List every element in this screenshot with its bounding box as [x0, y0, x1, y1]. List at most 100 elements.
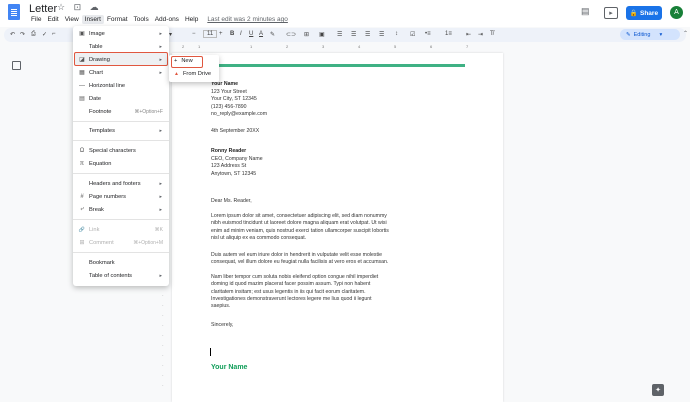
- font-size-input[interactable]: 11: [203, 30, 218, 38]
- menu-addons[interactable]: Add-ons: [152, 15, 182, 24]
- present-icon[interactable]: ▸: [604, 7, 618, 19]
- numbered-list-icon[interactable]: 1≡: [445, 31, 452, 37]
- menu-item-table[interactable]: Table ▸: [73, 41, 169, 52]
- submenu-arrow-icon: ▸: [159, 180, 162, 187]
- title-action-icons[interactable]: ☆ ⊡ ☁: [57, 2, 102, 13]
- menu-bar: File Edit View Insert Format Tools Add-o…: [28, 15, 291, 24]
- shortcut-text: ⌘+Option+M: [133, 239, 163, 246]
- sender-line: no_reply@example.com: [211, 110, 268, 117]
- menu-item-comment: ⊞ Comment ⌘+Option+M: [73, 237, 169, 248]
- align-right-icon[interactable]: ☰: [365, 31, 370, 38]
- menu-item-page-numbers[interactable]: # Page numbers ▸: [73, 191, 169, 202]
- menu-item-label: Footnote: [89, 108, 112, 115]
- print-icon[interactable]: ⎙: [31, 31, 36, 38]
- salutation: Dear Ms. Reader,: [211, 198, 252, 204]
- align-left-icon[interactable]: ☰: [337, 31, 342, 38]
- redo-icon[interactable]: ↷: [20, 31, 25, 38]
- highlight-icon[interactable]: ✎: [270, 31, 275, 38]
- collapse-toolbar-icon[interactable]: ⌃: [683, 30, 688, 37]
- menu-view[interactable]: View: [62, 15, 82, 24]
- ruler-mark: 6: [430, 44, 433, 49]
- menu-item-label: Drawing: [89, 56, 110, 63]
- font-size-decrease[interactable]: −: [192, 31, 196, 37]
- break-icon: ⤶: [80, 206, 84, 212]
- text-line: nibh euismod tincidunt ut laoreet dolore…: [211, 220, 387, 227]
- menu-item-equation[interactable]: π Equation: [73, 158, 169, 169]
- menu-item-label: Equation: [89, 160, 112, 167]
- clear-formatting-icon[interactable]: T̸: [490, 31, 494, 37]
- horizontal-line-icon: —: [79, 82, 85, 89]
- text-line: nisl ut aliquip ex ea commodo consequat.: [211, 234, 307, 241]
- font-dropdown-icon[interactable]: ▾: [169, 31, 172, 38]
- submenu-item-new[interactable]: + New: [174, 58, 193, 64]
- text-color-button[interactable]: A: [259, 31, 263, 37]
- explore-button[interactable]: ✦: [652, 384, 664, 396]
- editing-label: Editing: [633, 31, 651, 38]
- menu-item-image[interactable]: ▣ Image ▸: [73, 28, 169, 39]
- menu-item-label: Break: [89, 206, 104, 213]
- comment-icon[interactable]: ▤: [581, 6, 590, 17]
- menu-item-break[interactable]: ⤶ Break ▸: [73, 204, 169, 215]
- document-outline-icon[interactable]: [12, 61, 21, 70]
- menu-item-label: Date: [89, 95, 102, 102]
- paint-format-icon[interactable]: ⌐: [52, 31, 56, 37]
- docs-logo-icon[interactable]: [8, 4, 20, 20]
- bold-button[interactable]: B: [230, 31, 234, 37]
- sender-line: (123) 456-7890: [211, 103, 247, 110]
- menu-tools[interactable]: Tools: [131, 15, 152, 24]
- add-comment-icon[interactable]: ⊞: [304, 31, 309, 38]
- submenu-arrow-icon: ▸: [159, 127, 162, 134]
- spellcheck-icon[interactable]: ✓: [42, 31, 47, 38]
- menu-item-link[interactable]: 🔗 Link ⌘K: [73, 224, 169, 235]
- menu-item-drawing[interactable]: ◪ Drawing ▸: [73, 54, 169, 65]
- submenu-arrow-icon: ▸: [159, 69, 162, 76]
- avatar[interactable]: A: [670, 6, 683, 19]
- align-center-icon[interactable]: ☰: [351, 31, 356, 38]
- underline-button[interactable]: U: [249, 31, 253, 37]
- submenu-item-from-drive[interactable]: ▲ From Drive: [174, 71, 211, 77]
- last-edit-link[interactable]: Last edit was 2 minutes ago: [204, 15, 291, 24]
- justify-icon[interactable]: ☰: [379, 31, 384, 38]
- menu-item-bookmark[interactable]: Bookmark: [73, 257, 169, 268]
- editing-mode-dropdown[interactable]: ✎ Editing ▾: [620, 29, 680, 40]
- font-size-increase[interactable]: +: [219, 31, 223, 37]
- italic-button[interactable]: I: [240, 31, 242, 37]
- decrease-indent-icon[interactable]: ⇤: [466, 31, 471, 38]
- insert-image-icon[interactable]: ▣: [319, 31, 325, 38]
- menu-item-headers-footers[interactable]: Headers and footers ▸: [73, 178, 169, 189]
- bulleted-list-icon[interactable]: •≡: [425, 31, 431, 37]
- link-icon[interactable]: ⊂⊃: [286, 31, 296, 38]
- undo-icon[interactable]: ↶: [10, 31, 15, 38]
- sender-line: Your City, ST 12345: [211, 96, 257, 103]
- menu-format[interactable]: Format: [104, 15, 131, 24]
- menu-item-special-characters[interactable]: Ω Special characters: [73, 145, 169, 156]
- document-page[interactable]: Your Name 123 Your Street Your City, ST …: [172, 53, 503, 402]
- shortcut-text: ⌘+Option+F: [134, 108, 163, 115]
- menu-edit[interactable]: Edit: [44, 15, 61, 24]
- menu-item-footnote[interactable]: Footnote ⌘+Option+F: [73, 106, 169, 117]
- app-header: Letter ☆ ⊡ ☁ File Edit View Insert Forma…: [0, 0, 690, 27]
- menu-divider: [73, 219, 169, 220]
- menu-insert[interactable]: Insert: [81, 15, 104, 24]
- line-spacing-icon[interactable]: ↕: [395, 31, 398, 37]
- menu-help[interactable]: Help: [182, 15, 201, 24]
- horizontal-ruler[interactable]: 2 1 1 2 3 4 5 6 7: [170, 44, 510, 51]
- sender-name: Your Name: [211, 81, 239, 87]
- menu-item-date[interactable]: ▤ Date: [73, 93, 169, 104]
- ruler-mark: 3: [322, 44, 325, 49]
- text-line: Duis autem vel eum iriure dolor in hendr…: [211, 252, 382, 258]
- menu-file[interactable]: File: [28, 15, 44, 24]
- document-title[interactable]: Letter: [29, 3, 57, 15]
- increase-indent-icon[interactable]: ⇥: [478, 31, 483, 38]
- ruler-mark: 2: [182, 44, 185, 49]
- share-button[interactable]: 🔒 Share: [626, 6, 662, 20]
- menu-item-horizontal-line[interactable]: — Horizontal line: [73, 80, 169, 91]
- menu-item-templates[interactable]: Templates ▸: [73, 125, 169, 136]
- menu-item-table-of-contents[interactable]: Table of contents ▸: [73, 270, 169, 281]
- recipient-line: Anytown, ST 12345: [211, 170, 257, 177]
- drive-icon: ▲: [174, 71, 179, 77]
- checklist-icon[interactable]: ☑: [410, 31, 415, 38]
- menu-item-chart[interactable]: ▦ Chart ▸: [73, 67, 169, 78]
- ruler-mark: 1: [198, 44, 201, 49]
- insert-menu: ▣ Image ▸ Table ▸ ◪ Drawing ▸ ▦ Chart ▸ …: [73, 26, 169, 286]
